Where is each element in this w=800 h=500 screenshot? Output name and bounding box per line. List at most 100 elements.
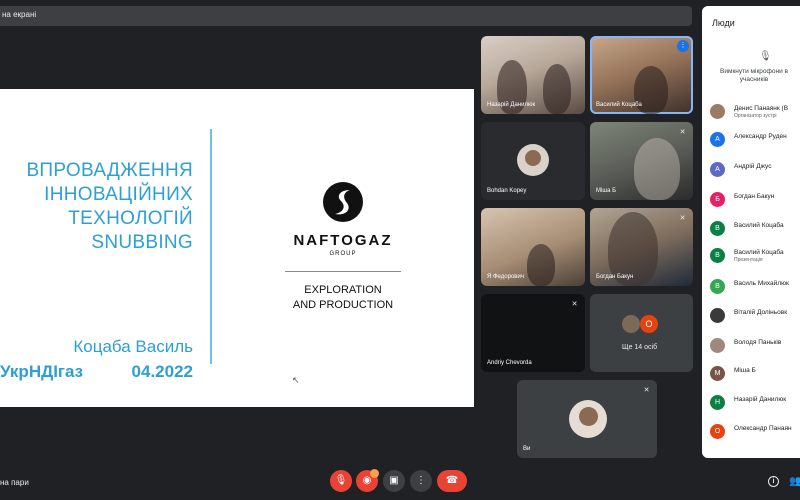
slide-divider bbox=[210, 129, 212, 364]
logo-group: GROUP bbox=[329, 251, 357, 257]
participant-name: Назарій Данилюк bbox=[487, 102, 536, 108]
slide-title-line: ТЕХНОЛОГІЙ bbox=[68, 208, 193, 229]
people-list-item[interactable]: Денис Панаянк (В Організатор зустрі bbox=[710, 102, 800, 124]
mute-all-button[interactable]: Вимкнути мікрофони в учасників bbox=[708, 68, 800, 84]
presenting-banner: на екрані bbox=[0, 6, 692, 26]
self-view-tile[interactable]: ✕ Ви bbox=[517, 380, 657, 458]
person-avatar: О bbox=[710, 424, 725, 439]
person-name: Володя Паньків bbox=[734, 339, 782, 346]
person-avatar bbox=[710, 104, 725, 119]
people-icon[interactable]: 👥 bbox=[789, 476, 800, 487]
person-name: Андрій Джус bbox=[734, 163, 772, 170]
present-screen-icon: ▣ bbox=[389, 475, 399, 486]
people-list-item[interactable]: Н Назарій Данилюк bbox=[710, 393, 800, 415]
notification-badge bbox=[370, 469, 379, 478]
more-options-button[interactable]: ⋮ bbox=[410, 470, 432, 492]
person-name: Богдан Бакун bbox=[734, 193, 775, 200]
participant-tile[interactable]: Bohdan Kopey bbox=[481, 122, 585, 200]
hang-up-icon: ☎ bbox=[445, 475, 459, 486]
people-panel: Люди 🎙 Вимкнути мікрофони в учасників Де… bbox=[702, 6, 800, 458]
participant-avatar bbox=[517, 144, 549, 176]
mic-off-icon: ✕ bbox=[679, 129, 686, 136]
mute-all-line: учасників bbox=[739, 76, 769, 83]
person-avatar: А bbox=[710, 162, 725, 177]
mic-off-icon: 🎙 bbox=[334, 475, 348, 486]
participant-avatar bbox=[622, 315, 640, 333]
person-name: Василь Михайлюк bbox=[734, 280, 789, 287]
person-name: Александр Руден bbox=[734, 133, 787, 140]
people-list-item[interactable]: О Олександр Панаян bbox=[710, 422, 800, 444]
person-name: Назарій Данилюк bbox=[734, 396, 787, 403]
people-list-item[interactable]: В Василий Коцаба Презентація bbox=[710, 246, 800, 268]
slide-title-line: ВПРОВАДЖЕННЯ bbox=[26, 160, 193, 181]
people-list-item[interactable]: Володя Паньків bbox=[710, 336, 800, 358]
slide-title-line: ІННОВАЦІЙНИХ bbox=[44, 184, 193, 205]
person-avatar: М bbox=[710, 366, 725, 381]
participant-tile[interactable]: ✕ Andriy Chevorda bbox=[481, 294, 585, 372]
person-avatar: Н bbox=[710, 395, 725, 410]
leave-call-button[interactable]: ☎ bbox=[437, 470, 467, 492]
participant-video bbox=[543, 64, 571, 114]
participant-tile[interactable]: Я Федорович bbox=[481, 208, 585, 286]
people-list-item[interactable]: В Василий Коцаба bbox=[710, 219, 800, 241]
person-name: Олександр Панаян bbox=[734, 425, 792, 432]
mic-off-icon: ✕ bbox=[643, 387, 650, 394]
mic-off-icon: ✕ bbox=[679, 215, 686, 222]
meeting-info-icon[interactable]: i bbox=[768, 476, 779, 487]
mute-all-line: Вимкнути мікрофони в bbox=[720, 68, 788, 75]
person-role: Презентація bbox=[734, 257, 763, 263]
slide-author: Коцаба Василь bbox=[73, 337, 193, 356]
person-avatar: В bbox=[710, 279, 725, 294]
participant-name: Василий Коцаба bbox=[596, 102, 642, 108]
people-list-item[interactable]: А Андрій Джус bbox=[710, 160, 800, 182]
naftogaz-logo-icon bbox=[323, 182, 363, 222]
slide-title: ВПРОВАДЖЕННЯ ІННОВАЦІЙНИХ ТЕХНОЛОГІЙ SNU… bbox=[26, 159, 193, 255]
participant-name: Andriy Chevorda bbox=[487, 360, 532, 366]
more-vert-icon: ⋮ bbox=[416, 475, 426, 486]
people-list-item[interactable]: В Василь Михайлюк bbox=[710, 277, 800, 299]
camera-off-icon: ◉ bbox=[362, 475, 372, 486]
slide-title-line: SNUBBING bbox=[91, 232, 193, 253]
people-list-item[interactable]: Б Богдан Бакун bbox=[710, 190, 800, 212]
person-avatar: В bbox=[710, 248, 725, 263]
self-avatar bbox=[569, 400, 607, 438]
person-avatar: Б bbox=[710, 192, 725, 207]
person-name: Василий Коцаба bbox=[734, 222, 784, 229]
people-list-item[interactable]: А Александр Руден bbox=[710, 130, 800, 152]
participant-tile-speaking[interactable]: ⋮ Василий Коцаба bbox=[590, 36, 693, 114]
person-avatar bbox=[710, 338, 725, 353]
mic-off-icon[interactable]: 🎙 bbox=[759, 51, 772, 62]
participant-video bbox=[527, 244, 555, 286]
mouse-cursor-icon: ↖ bbox=[292, 375, 300, 385]
logo-name: NAFTOGAZ bbox=[293, 232, 393, 249]
person-role: Організатор зустрі bbox=[734, 113, 777, 119]
participant-tile[interactable]: Назарій Данилюк bbox=[481, 36, 585, 114]
logo-subtitle: EXPLORATION AND PRODUCTION bbox=[285, 283, 401, 313]
participant-name: Ви bbox=[523, 446, 531, 452]
meeting-name: на пари bbox=[0, 478, 29, 487]
person-name: Віталій Доліньовк bbox=[734, 309, 788, 316]
logo-divider bbox=[285, 271, 401, 272]
logo-subtitle-line: AND PRODUCTION bbox=[292, 299, 394, 311]
participant-tile[interactable]: ✕ Міша Б bbox=[590, 122, 693, 200]
person-name: Міша Б bbox=[734, 367, 756, 374]
person-name: Денис Панаянк (В bbox=[734, 105, 789, 112]
person-avatar: В bbox=[710, 221, 725, 236]
participant-name: Bohdan Kopey bbox=[487, 188, 527, 194]
person-avatar bbox=[710, 308, 725, 323]
people-list-item[interactable]: Віталій Доліньовк bbox=[710, 306, 800, 328]
present-screen-button[interactable]: ▣ bbox=[383, 470, 405, 492]
slide-date: 04.2022 bbox=[131, 362, 193, 381]
more-participants-label: Ще 14 осіб bbox=[622, 344, 658, 351]
person-avatar: А bbox=[710, 132, 725, 147]
person-name: Василий Коцаба bbox=[734, 249, 784, 256]
participant-tile[interactable]: ✕ Богдан Бакун bbox=[590, 208, 693, 286]
presenting-label: на екрані bbox=[2, 10, 37, 19]
more-participants-tile[interactable] bbox=[590, 294, 693, 372]
mic-off-icon: ✕ bbox=[571, 301, 578, 308]
presentation-slide: ВПРОВАДЖЕННЯ ІННОВАЦІЙНИХ ТЕХНОЛОГІЙ SNU… bbox=[0, 89, 474, 407]
people-list-item[interactable]: М Міша Б bbox=[710, 364, 800, 386]
participant-name: Я Федорович bbox=[487, 274, 524, 280]
mic-toggle-button[interactable]: 🎙 bbox=[330, 470, 352, 492]
speaking-indicator-icon: ⋮ bbox=[677, 40, 689, 52]
